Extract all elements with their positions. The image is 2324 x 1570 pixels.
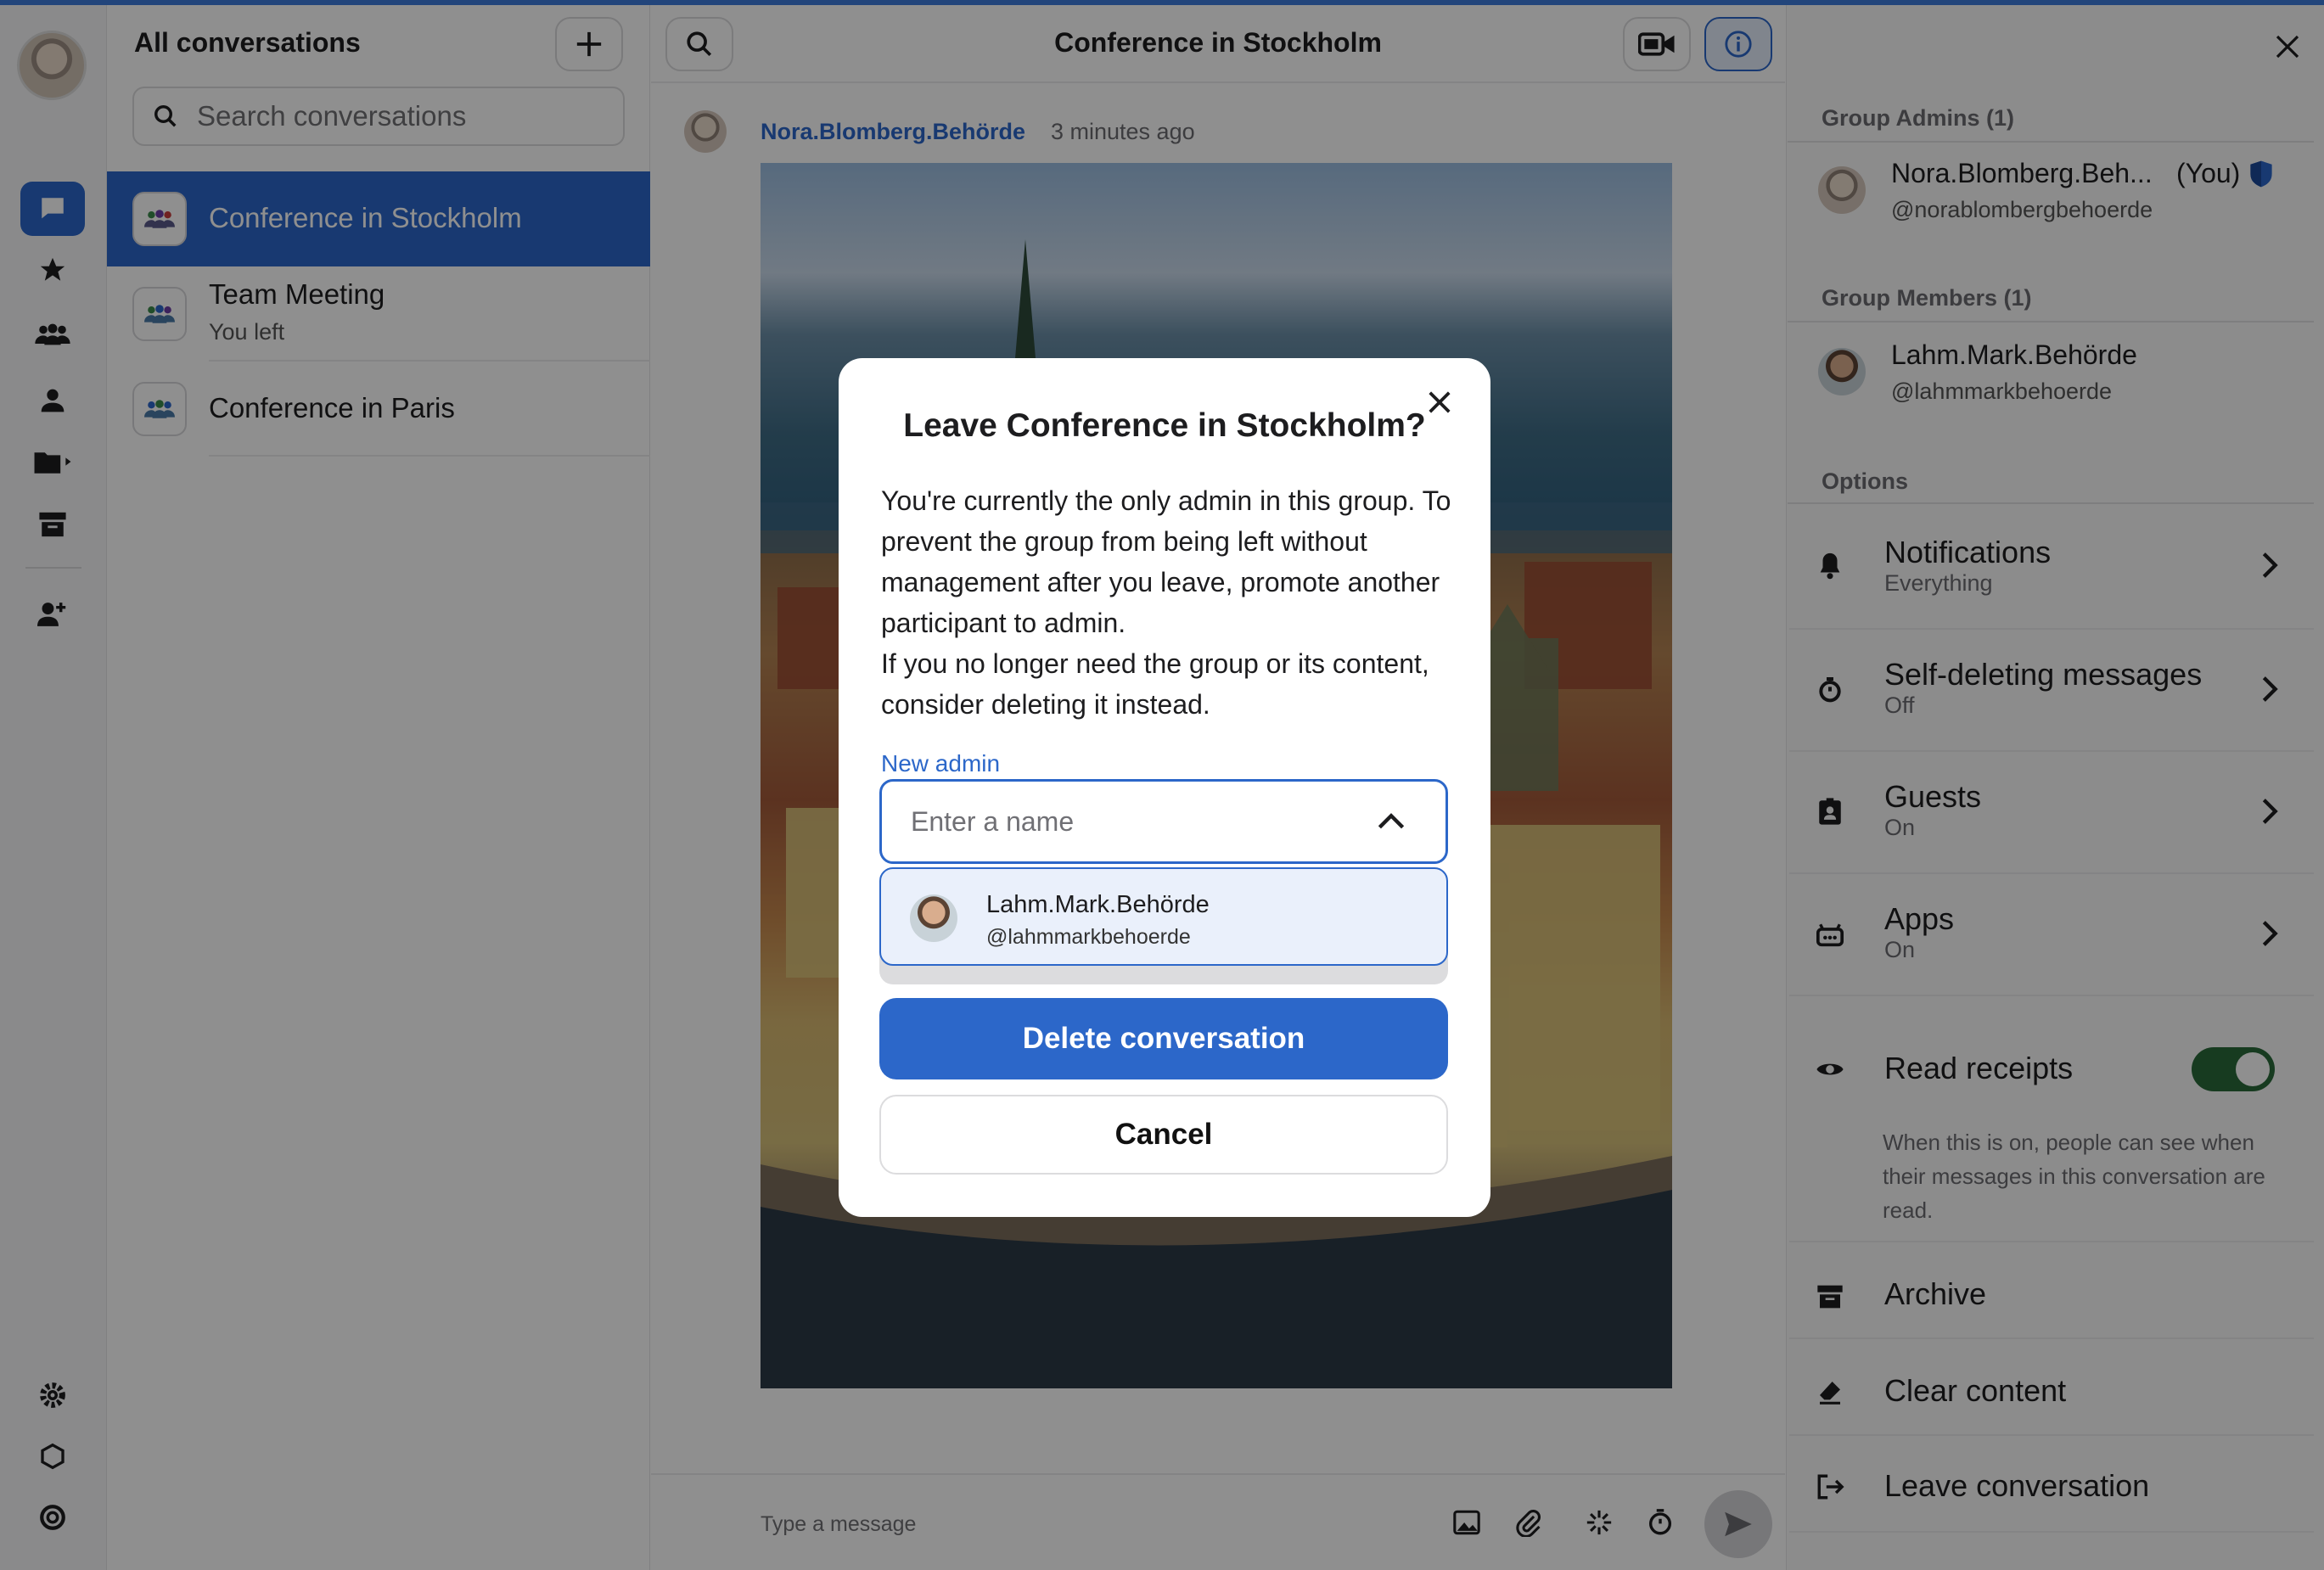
chevron-up-icon[interactable] bbox=[1366, 805, 1417, 838]
dialog-body-paragraph: You're currently the only admin in this … bbox=[881, 485, 1451, 638]
option-name: Lahm.Mark.Behörde bbox=[986, 891, 1210, 918]
option-handle: @lahmmarkbehoerde bbox=[986, 925, 1191, 949]
cancel-button[interactable]: Cancel bbox=[879, 1095, 1448, 1175]
new-admin-option[interactable]: Lahm.Mark.Behörde @lahmmarkbehoerde bbox=[879, 867, 1448, 966]
new-admin-input[interactable]: Enter a name bbox=[879, 779, 1448, 864]
dialog-body: You're currently the only admin in this … bbox=[881, 480, 1458, 725]
option-avatar bbox=[910, 894, 957, 942]
new-admin-label: New admin bbox=[881, 750, 1001, 777]
dialog-body-paragraph: If you no longer need the group or its c… bbox=[881, 648, 1429, 720]
new-admin-placeholder: Enter a name bbox=[911, 805, 1075, 837]
delete-conversation-button[interactable]: Delete conversation bbox=[879, 998, 1448, 1079]
dialog-title: Leave Conference in Stockholm? bbox=[903, 407, 1426, 444]
